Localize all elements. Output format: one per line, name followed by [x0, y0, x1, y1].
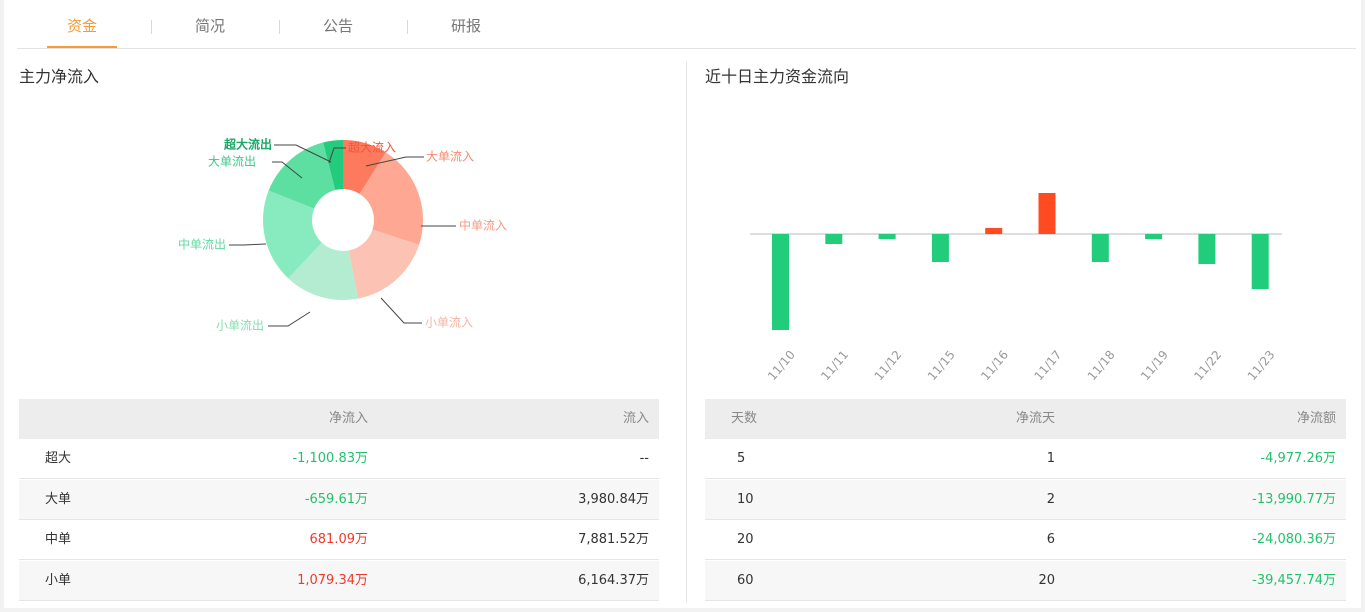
pie-label-small-out: 小单流出	[216, 319, 264, 333]
row-net-amount: -13,990.77万	[1252, 491, 1336, 507]
table-row: 20 6 -24,080.36万	[705, 520, 1346, 560]
header-days: 天数	[731, 411, 758, 426]
table-row: 10 2 -13,990.77万	[705, 479, 1346, 520]
x-tick-label: 11/23	[1245, 348, 1278, 383]
net-inflow-title: 主力净流入	[19, 67, 100, 86]
row-type: 大单	[45, 491, 72, 507]
bar	[825, 234, 843, 244]
tab-separator	[407, 20, 408, 34]
bar	[1145, 234, 1163, 239]
table-header: 天数 净流天 净流额	[705, 399, 1346, 439]
pie-label-mid-out: 中单流出	[178, 237, 226, 252]
row-type: 小单	[45, 572, 72, 588]
row-days: 5	[737, 451, 746, 466]
row-inflow: 7,881.52万	[578, 532, 649, 547]
pie-label-large-out: 大单流出	[208, 155, 256, 169]
row-net-amount: -39,457.74万	[1252, 572, 1336, 588]
x-tick-label: 11/11	[818, 348, 851, 383]
pie-label-super-in: 超大流入	[348, 140, 396, 155]
x-tick-label: 11/12	[872, 348, 905, 383]
x-tick-label: 11/10	[765, 348, 798, 383]
x-tick-label: 11/15	[925, 348, 958, 383]
row-net-amount: -4,977.26万	[1260, 451, 1336, 466]
table-row: 超大 -1,100.83万 --	[19, 439, 659, 479]
bar	[1198, 234, 1216, 264]
row-inflow: 3,980.84万	[578, 491, 649, 507]
table-row: 中单 681.09万 7,881.52万	[19, 520, 659, 560]
leader-mid-out	[229, 243, 267, 246]
row-net-inflow: 1,079.34万	[297, 572, 368, 588]
x-tick-label: 11/19	[1138, 348, 1171, 383]
table-row: 5 1 -4,977.26万	[705, 439, 1346, 479]
x-tick-label: 11/22	[1191, 348, 1224, 383]
leader-small-out	[268, 311, 311, 327]
ten-day-flow-bar-chart: 11/10 11/11 11/12 11/15 11/16 11/17 11/18 11/19…	[750, 193, 1282, 383]
tab-overview[interactable]: 简况	[175, 14, 245, 48]
row-net-days: 2	[1046, 491, 1055, 507]
tab-bar: 资金 简况 公告 研报	[17, 0, 1356, 49]
header-net-amount: 净流额	[1296, 411, 1336, 426]
row-days: 20	[737, 532, 754, 547]
row-net-days: 20	[1038, 572, 1055, 588]
row-type: 中单	[45, 532, 72, 547]
tab-separator	[151, 20, 152, 34]
tab-research[interactable]: 研报	[431, 14, 501, 48]
ten-day-flow-title: 近十日主力资金流向	[705, 67, 850, 86]
row-net-amount: -24,080.36万	[1252, 532, 1336, 547]
bar	[1038, 193, 1056, 234]
page-background: 资金 简况 公告 研报 主力净流入 近十日主力资金流向 超大流入 大单流入 中单…	[0, 0, 1365, 612]
x-tick-label: 11/17	[1031, 348, 1064, 383]
row-days: 60	[737, 572, 754, 588]
tab-announcements[interactable]: 公告	[303, 14, 373, 48]
row-inflow: --	[639, 451, 649, 466]
row-net-inflow: -1,100.83万	[292, 451, 368, 466]
column-divider	[686, 62, 687, 602]
pie-label-super-out: 超大流出	[223, 137, 272, 152]
pie-label-mid-in: 中单流入	[459, 218, 507, 233]
tab-funds[interactable]: 资金	[47, 14, 117, 48]
x-tick-label: 11/18	[1085, 348, 1118, 383]
table-row: 60 20 -39,457.74万	[705, 560, 1346, 601]
header-net-days: 净流天	[1015, 411, 1055, 426]
table-row: 大单 -659.61万 3,980.84万	[19, 479, 659, 520]
leader-small-in	[380, 297, 422, 324]
row-days: 10	[737, 491, 754, 507]
row-inflow: 6,164.37万	[578, 572, 649, 588]
row-type: 超大	[45, 451, 72, 466]
table-header: 净流入 流入	[19, 399, 659, 439]
bar	[931, 234, 949, 262]
table-row: 小单 1,079.34万 6,164.37万	[19, 560, 659, 601]
pie-label-large-in: 大单流入	[426, 150, 474, 164]
row-net-days: 6	[1046, 532, 1055, 547]
tab-separator	[279, 20, 280, 34]
header-inflow: 流入	[622, 411, 649, 426]
row-net-inflow: 681.09万	[309, 532, 369, 547]
bar	[772, 234, 789, 330]
bar	[985, 228, 1003, 234]
main-panel: 资金 简况 公告 研报 主力净流入 近十日主力资金流向 超大流入 大单流入 中单…	[4, 0, 1361, 608]
row-net-inflow: -659.61万	[304, 491, 368, 507]
net-inflow-donut-chart: 超大流入 大单流入 中单流入 小单流入 超大流出 大单流出 中单流出 小单流出	[178, 137, 507, 333]
bar	[1251, 234, 1269, 289]
row-net-days: 1	[1046, 451, 1055, 466]
bar	[1091, 234, 1109, 262]
x-tick-label: 11/16	[978, 348, 1011, 383]
pie-label-small-in: 小单流入	[425, 316, 473, 330]
bar	[878, 234, 896, 239]
header-net-inflow: 净流入	[328, 411, 368, 426]
